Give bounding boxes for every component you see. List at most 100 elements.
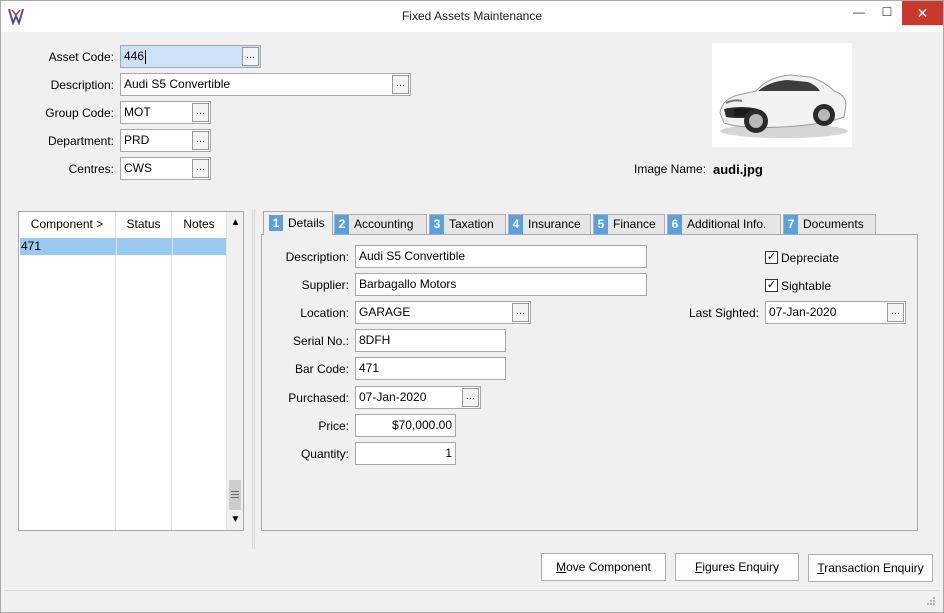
tab-additional-info[interactable]: 6 Additional Info.	[667, 214, 781, 235]
purchased-label: Purchased:	[288, 391, 349, 405]
vertical-scrollbar[interactable]: ▲ ▼	[226, 212, 243, 530]
barcode-label: Bar Code:	[294, 362, 349, 376]
pane-splitter[interactable]	[252, 209, 255, 549]
depreciate-label: Depreciate	[781, 251, 840, 265]
table-row[interactable]: 471	[20, 238, 226, 255]
tab-taxation[interactable]: 3 Taxation	[429, 214, 506, 235]
tab-finance[interactable]: 5 Finance	[593, 214, 665, 235]
tab-insurance[interactable]: 4 Insurance	[508, 214, 591, 235]
barcode-field[interactable]: 471	[355, 357, 506, 380]
description-lookup-button[interactable]: ...	[392, 75, 409, 94]
asset-code-lookup-button[interactable]: ...	[242, 47, 259, 66]
department-value: PRD	[124, 133, 150, 147]
grip-line	[231, 494, 239, 495]
group-code-label: Group Code:	[45, 106, 114, 120]
quantity-value: 1	[445, 446, 452, 460]
column-header-notes[interactable]: Notes	[172, 212, 227, 237]
scrollbar-thumb[interactable]	[229, 480, 241, 510]
price-value: $70,000.00	[391, 418, 452, 432]
window-title: Fixed Assets Maintenance	[401, 9, 543, 23]
depreciate-checkbox[interactable]: ✓	[765, 251, 778, 264]
asset-code-value: 446	[124, 49, 145, 63]
serial-label: Serial No.:	[292, 334, 349, 348]
button-label: ove Component	[566, 560, 651, 574]
tab-label: Accounting	[354, 217, 414, 231]
move-component-button[interactable]: Move Component	[541, 553, 666, 581]
asset-image[interactable]	[712, 43, 852, 147]
detail-description-field[interactable]: Audi S5 Convertible	[355, 245, 647, 268]
tab-number: 2	[335, 215, 349, 235]
minimize-button[interactable]: —	[845, 1, 873, 25]
location-label: Location:	[300, 306, 349, 320]
description-value: Audi S5 Convertible	[124, 77, 231, 91]
supplier-field[interactable]: Barbagallo Motors	[355, 273, 647, 296]
group-code-lookup-button[interactable]: ...	[192, 103, 209, 122]
supplier-label: Supplier:	[301, 278, 349, 292]
group-code-value: MOT	[124, 105, 151, 119]
column-header-status[interactable]: Status	[116, 212, 172, 237]
price-label: Price:	[318, 419, 349, 433]
fixed-assets-window: Fixed Assets Maintenance — ☐ ✕ Asset Cod…	[0, 0, 944, 613]
tab-label: Finance	[613, 217, 656, 231]
tab-documents[interactable]: 7 Documents	[783, 214, 876, 235]
column-header-component[interactable]: Component >	[19, 212, 116, 237]
maximize-button[interactable]: ☐	[873, 1, 901, 25]
accelerator-key: M	[556, 560, 567, 574]
grip-line	[231, 497, 239, 498]
car-photo-icon	[719, 74, 848, 138]
description-field[interactable]: Audi S5 Convertible	[120, 73, 411, 96]
tab-label: Taxation	[449, 217, 494, 231]
grip-line	[231, 491, 239, 492]
tab-number: 7	[784, 215, 798, 235]
purchased-date-button[interactable]: ...	[462, 388, 479, 407]
transaction-enquiry-button[interactable]: Transaction Enquiry	[808, 554, 933, 582]
figures-enquiry-button[interactable]: Figures Enquiry	[675, 553, 799, 581]
text-cursor	[145, 49, 147, 64]
price-field[interactable]: $70,000.00	[355, 414, 456, 437]
barcode-value: 471	[359, 361, 380, 375]
tab-number: 4	[509, 215, 523, 235]
location-field[interactable]: GARAGE	[355, 301, 531, 324]
sightable-checkbox[interactable]: ✓	[765, 279, 778, 292]
detail-description-label: Description:	[285, 250, 349, 264]
button-label: ransaction Enquiry	[824, 561, 924, 575]
purchased-value: 07-Jan-2020	[359, 390, 427, 404]
image-name-value: audi.jpg	[713, 162, 763, 177]
sightable-label: Sightable	[781, 279, 832, 293]
serial-field[interactable]: 8DFH	[355, 329, 506, 352]
location-lookup-button[interactable]: ...	[512, 303, 529, 322]
close-button[interactable]: ✕	[902, 1, 943, 25]
supplier-value: Barbagallo Motors	[359, 277, 457, 291]
column-divider	[171, 237, 172, 530]
last-sighted-value: 07-Jan-2020	[769, 305, 837, 319]
asset-code-field[interactable]: 446	[120, 45, 261, 68]
last-sighted-label: Last Sighted:	[688, 306, 759, 320]
location-value: GARAGE	[359, 305, 411, 319]
last-sighted-date-button[interactable]: ...	[887, 303, 904, 322]
quantity-label: Quantity:	[300, 447, 349, 461]
serial-value: 8DFH	[359, 333, 391, 347]
tab-accounting[interactable]: 2 Accounting	[334, 214, 427, 235]
tab-details[interactable]: 1 Details	[263, 211, 333, 235]
quantity-field[interactable]: 1	[355, 442, 456, 465]
tab-label: Insurance	[528, 217, 581, 231]
scroll-up-icon[interactable]: ▲	[227, 214, 244, 231]
resize-grip-icon[interactable]	[926, 596, 936, 606]
tab-number: 6	[668, 215, 682, 235]
centres-value: CWS	[124, 161, 152, 175]
component-cell: 471	[21, 239, 42, 253]
components-grid[interactable]: Component > Status Notes 471 ▲ ▼	[18, 211, 244, 531]
notes-cell	[172, 238, 227, 255]
column-divider	[115, 237, 116, 530]
tab-label: Additional Info.	[687, 217, 767, 231]
image-name-label: Image Name:	[634, 162, 707, 176]
centres-lookup-button[interactable]: ...	[192, 159, 209, 178]
last-sighted-field[interactable]: 07-Jan-2020	[765, 301, 906, 324]
department-lookup-button[interactable]: ...	[192, 131, 209, 150]
department-label: Department:	[47, 134, 114, 148]
centres-label: Centres:	[68, 162, 114, 176]
tab-label: Details	[288, 216, 325, 230]
description-label: Description:	[50, 78, 114, 92]
status-bar	[5, 590, 939, 609]
scroll-down-icon[interactable]: ▼	[227, 511, 244, 528]
